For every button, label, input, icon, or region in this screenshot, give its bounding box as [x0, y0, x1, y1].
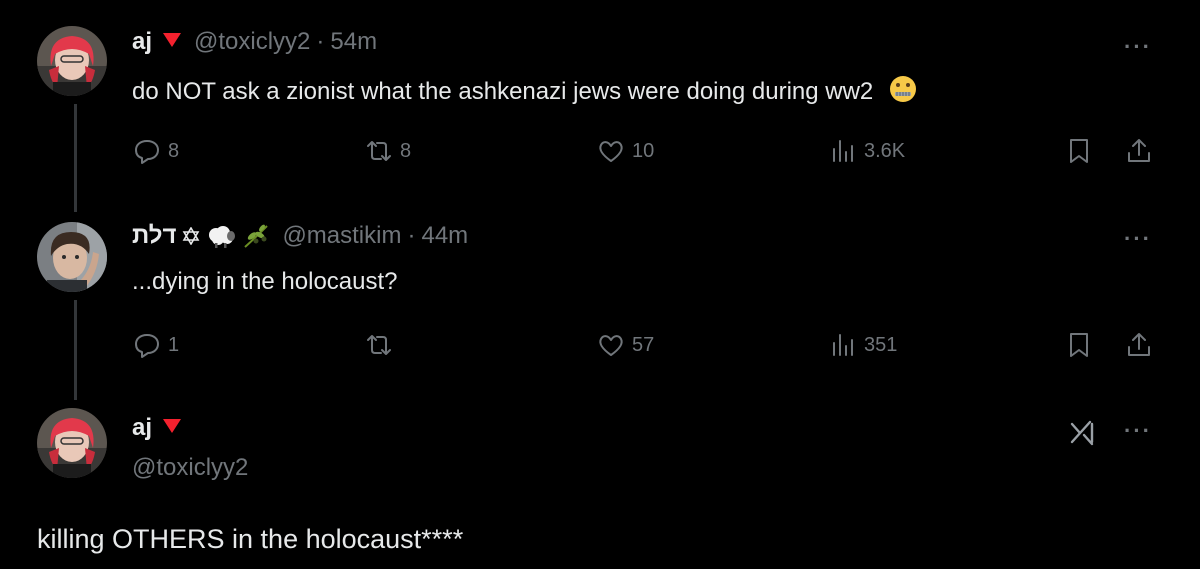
separator-dot: · [316, 28, 325, 55]
grok-button[interactable] [1068, 418, 1098, 448]
thread-line [74, 300, 77, 400]
tweet-header: aj [132, 414, 194, 442]
display-name[interactable]: דלת [132, 222, 176, 250]
share-icon [1128, 333, 1150, 356]
retweet-button[interactable]: 8 [364, 136, 411, 166]
zipper-mouth-face-icon [888, 74, 918, 111]
view-count: 3.6K [864, 139, 906, 162]
bookmark-icon [1070, 139, 1088, 163]
sheep-emoji-icon [206, 223, 236, 249]
separator-dot: · [407, 222, 416, 249]
views-button[interactable]: 351 [828, 330, 897, 360]
bookmark-button[interactable] [1064, 136, 1094, 166]
handle[interactable]: @toxiclyy2 [194, 28, 310, 56]
tweet-header: aj @toxiclyy2 · 54m [132, 28, 377, 56]
star-of-david-icon [182, 227, 200, 245]
red-triangle-icon [162, 418, 182, 439]
views-icon [833, 140, 853, 162]
handle[interactable]: @toxiclyy2 [132, 454, 248, 482]
grok-icon [1070, 420, 1094, 446]
share-icon [1128, 139, 1150, 162]
reply-count: 8 [168, 139, 180, 162]
tweet-text: ...dying in the holocaust? [132, 268, 398, 295]
views-button[interactable]: 3.6K [828, 136, 905, 166]
bookmark-icon [1070, 333, 1088, 357]
reply-button[interactable]: 8 [132, 136, 179, 166]
like-count: 57 [632, 333, 655, 356]
thread-line [74, 104, 77, 212]
handle-row: @toxiclyy2 [132, 454, 248, 482]
views-icon [833, 334, 853, 356]
retweet-button[interactable] [364, 330, 394, 360]
reply-icon [135, 334, 159, 358]
more-options-button[interactable]: ··· [1124, 34, 1152, 60]
avatar[interactable] [37, 222, 107, 292]
like-button[interactable]: 10 [596, 136, 654, 166]
retweet-icon [367, 335, 391, 355]
share-button[interactable] [1124, 330, 1154, 360]
tweet-header: דלת @mastikim · 44m [132, 222, 468, 250]
reply-icon [135, 140, 159, 164]
avatar[interactable] [37, 26, 107, 96]
avatar[interactable] [37, 408, 107, 478]
bookmark-button[interactable] [1064, 330, 1094, 360]
like-count: 10 [632, 139, 655, 162]
reply-button[interactable]: 1 [132, 330, 179, 360]
timestamp[interactable]: 54m [330, 28, 377, 56]
display-name[interactable]: aj [132, 28, 152, 56]
timestamp[interactable]: 44m [421, 222, 468, 250]
retweet-icon [367, 141, 391, 161]
reply-count: 1 [168, 333, 180, 356]
heart-icon [599, 141, 623, 162]
handle[interactable]: @mastikim [282, 222, 401, 250]
like-button[interactable]: 57 [596, 330, 654, 360]
more-options-button[interactable]: ··· [1124, 418, 1152, 444]
tweet-text: killing OTHERS in the holocaust**** [37, 524, 464, 554]
heart-icon [599, 335, 623, 356]
olive-branch-emoji-icon [242, 223, 270, 249]
display-name[interactable]: aj [132, 414, 152, 442]
retweet-count: 8 [400, 139, 412, 162]
view-count: 351 [864, 333, 898, 356]
share-button[interactable] [1124, 136, 1154, 166]
more-options-button[interactable]: ··· [1124, 226, 1152, 252]
tweet-text: do NOT ask a zionist what the ashkenazi … [132, 74, 918, 111]
red-triangle-icon [162, 32, 182, 53]
